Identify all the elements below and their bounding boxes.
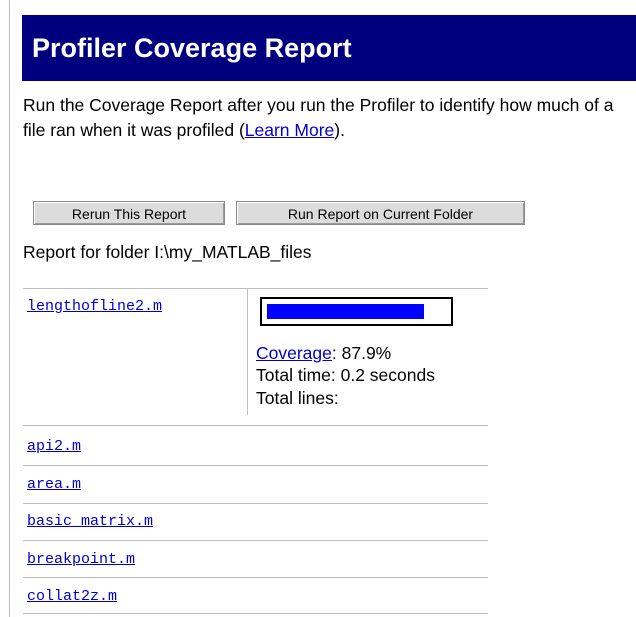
- report-title: Profiler Coverage Report: [32, 33, 352, 63]
- row-divider: [23, 465, 488, 466]
- file-link-area[interactable]: area.m: [27, 475, 81, 495]
- learn-more-link[interactable]: Learn More: [245, 120, 335, 140]
- row-divider: [23, 288, 488, 289]
- row-divider: [23, 540, 488, 541]
- description-end: ).: [334, 120, 345, 140]
- file-link-basic-matrix[interactable]: basic_matrix.m: [27, 512, 153, 532]
- coverage-value: : 87.9%: [331, 343, 392, 363]
- row-divider: [23, 425, 488, 426]
- file-link-lengthofline2[interactable]: lengthofline2.m: [27, 297, 162, 317]
- file-link-api2[interactable]: api2.m: [27, 437, 81, 457]
- report-title-bar: Profiler Coverage Report: [22, 15, 636, 81]
- row-divider: [23, 503, 488, 504]
- column-divider: [247, 289, 248, 415]
- coverage-line: Coverage: 87.9%: [256, 342, 391, 364]
- row-divider: [23, 613, 488, 614]
- total-lines: Total lines:: [256, 388, 339, 408]
- total-time: Total time: 0.2 seconds: [256, 365, 435, 385]
- report-description: Run the Coverage Report after you run th…: [23, 93, 623, 143]
- run-report-current-folder-button[interactable]: Run Report on Current Folder: [236, 201, 525, 225]
- file-link-breakpoint[interactable]: breakpoint.m: [27, 550, 135, 570]
- left-border: [9, 0, 10, 617]
- coverage-bar: [260, 297, 453, 326]
- report-folder-label: Report for folder I:\my_MATLAB_files: [23, 242, 312, 262]
- rerun-report-button[interactable]: Rerun This Report: [33, 201, 225, 225]
- row-divider: [23, 577, 488, 578]
- file-link-collat2z[interactable]: collat2z.m: [27, 587, 117, 607]
- coverage-bar-fill: [267, 304, 424, 319]
- coverage-link[interactable]: Coverage: [256, 343, 332, 363]
